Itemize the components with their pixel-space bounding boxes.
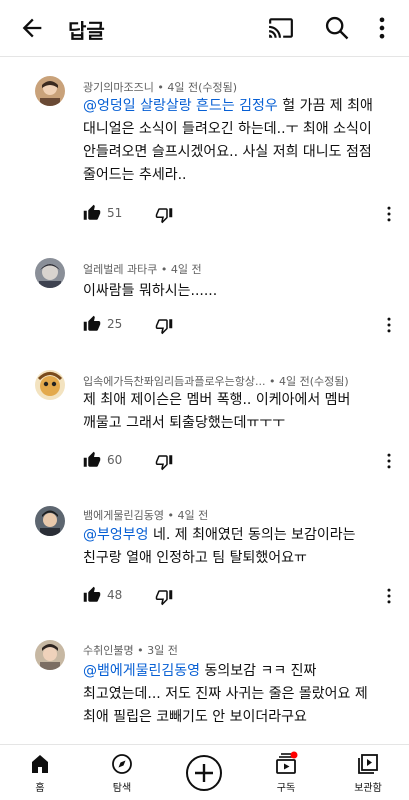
comment-actions: 60 [83,449,393,473]
comment-author[interactable]: 뱀에게물린김동영 [83,509,164,522]
top-app-bar: 답글 [0,0,409,56]
comment-meta: 뱀에게물린김동영 • 4일 전 [83,509,209,522]
nav-subscriptions[interactable]: 구독 [246,745,326,800]
comment-author[interactable]: 입속에가득찬퐈임리듬과플로우는항상... [83,375,266,388]
nav-label: 구독 [276,783,296,794]
like-count: 48 [107,588,123,602]
thumb-up-icon[interactable] [83,315,101,333]
mention-link[interactable]: @부엉부엉 [83,527,149,543]
like-count: 60 [107,453,123,467]
like-count: 51 [107,206,123,220]
nav-label: 보관함 [354,783,382,794]
nav-label: 탐색 [112,783,132,794]
search-icon[interactable] [323,14,351,42]
more-vert-icon[interactable] [384,450,394,472]
avatar[interactable] [35,506,65,536]
header-divider [0,56,409,57]
comment-author[interactable]: 수취인불명 [83,644,134,657]
comment-time: 4일 전 [177,509,209,522]
cast-icon[interactable] [268,15,294,41]
avatar[interactable] [35,76,65,106]
thumb-down-icon[interactable] [155,453,173,471]
comment-text: @뱀에게물린김동영 동의보감 ㅋㅋ 진짜 최고였는데... 저도 진짜 사귀는 … [83,663,368,725]
comment-text: 제 최애 제이슨은 멤버 폭행.. 이케아에서 멤버 깨물고 그래서 퇴출당했는… [83,392,351,431]
comment-author[interactable]: 광기의마조즈니 [83,81,154,94]
comment-time: 4일 전 [170,263,202,276]
page-title: 답글 [68,19,105,43]
thumb-up-icon[interactable] [83,204,101,222]
comment-author[interactable]: 얼레벌레 과타쿠 [83,263,157,276]
more-vert-icon[interactable] [384,203,394,225]
notification-dot [290,751,298,759]
comment-actions: 25 [83,313,393,337]
subscriptions-icon [276,751,298,774]
thumb-down-icon[interactable] [155,317,173,335]
comment-time: 4일 전(수정됨) [279,375,349,388]
more-vert-icon[interactable] [384,585,394,607]
comment-time: 4일 전(수정됨) [167,81,238,94]
comment-text: @엉덩일 살랑살랑 흔드는 김정우 헐 가끔 제 최애 대니얼은 소식이 들려오… [83,98,373,183]
thumb-up-icon[interactable] [83,451,101,469]
comment-text: @부엉부엉 네. 제 최애였던 동의는 보감이라는 친구랑 열애 인정하고 팀 … [83,527,356,566]
nav-explore[interactable]: 탐색 [82,745,162,800]
comment-actions: 51 [83,202,393,226]
mention-link[interactable]: @뱀에게물린김동영 [83,663,200,679]
comment-actions: 48 [83,584,393,608]
comment-meta: 광기의마조즈니 • 4일 전(수정됨) [83,81,238,94]
home-icon [32,755,48,773]
nav-library[interactable]: 보관함 [328,745,408,800]
explore-compass-icon [112,754,132,774]
thumb-down-icon[interactable] [155,206,173,224]
back-arrow-icon[interactable] [18,14,46,42]
add-icon[interactable] [184,753,224,793]
thumb-down-icon[interactable] [155,588,173,606]
comment-meta: 입속에가득찬퐈임리듬과플로우는항상... • 4일 전(수정됨) [83,375,349,388]
avatar[interactable] [35,640,65,670]
mention-link[interactable]: @엉덩일 살랑살랑 흔드는 김정우 [83,98,278,114]
more-vert-icon[interactable] [372,14,392,42]
like-count: 25 [107,317,123,331]
library-icon [358,754,378,774]
bottom-nav: 홈 탐색 구독 보관함 [0,744,409,800]
nav-home[interactable]: 홈 [0,745,80,800]
comment-text: 이싸람들 뭐하시는...... [83,283,218,299]
more-vert-icon[interactable] [384,314,394,336]
comment-time: 3일 전 [147,644,178,657]
comment-meta: 수취인불명 • 3일 전 [83,644,178,657]
avatar[interactable] [35,258,65,288]
comment-meta: 얼레벌레 과타쿠 • 4일 전 [83,263,202,276]
nav-label: 홈 [35,783,45,794]
thumb-up-icon[interactable] [83,586,101,604]
avatar[interactable] [35,370,65,400]
